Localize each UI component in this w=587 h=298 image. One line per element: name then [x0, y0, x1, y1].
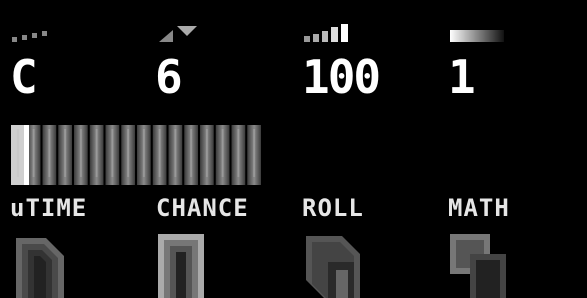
- param-root-value: C: [10, 50, 38, 104]
- step-highlight: [174, 129, 177, 177]
- module-label-utime: uTIME: [10, 194, 88, 222]
- triangle-arrow-icon: [159, 26, 197, 42]
- step-highlight: [190, 129, 193, 177]
- step-sequencer[interactable]: [10, 125, 262, 185]
- step-highlight: [32, 129, 35, 177]
- dots-rising-icon: [12, 31, 47, 42]
- module-label-roll: ROLL: [302, 194, 364, 222]
- step-highlight: [16, 129, 19, 177]
- step-highlight: [111, 129, 114, 177]
- param-octave-value: 6: [155, 50, 183, 104]
- playhead-marker: [24, 125, 29, 185]
- step-highlight: [221, 129, 224, 177]
- module-label-math: MATH: [448, 194, 510, 222]
- arch-icon[interactable]: [156, 232, 216, 298]
- sequencer-panel: C 6 100 1 uTIME CHANCE ROLL MATH: [0, 0, 587, 298]
- signal-bars-icon: [304, 24, 348, 42]
- step-highlight: [95, 129, 98, 177]
- step-highlight: [158, 129, 161, 177]
- step-highlight: [48, 129, 51, 177]
- step-highlight: [79, 129, 82, 177]
- step-highlight: [237, 129, 240, 177]
- module-label-chance: CHANCE: [156, 194, 249, 222]
- param-ratchet-value: 1: [448, 50, 476, 104]
- cube-icon[interactable]: [302, 232, 362, 298]
- overlap-squares-icon[interactable]: [448, 232, 508, 298]
- step-highlight: [142, 129, 145, 177]
- step-highlight: [64, 129, 67, 177]
- step-highlight: [127, 129, 130, 177]
- step-highlight: [253, 129, 256, 177]
- hexagon-icon[interactable]: [10, 232, 70, 298]
- gradient-bar-icon: [450, 30, 504, 42]
- param-level-value: 100: [302, 50, 381, 104]
- step-highlight: [205, 129, 208, 177]
